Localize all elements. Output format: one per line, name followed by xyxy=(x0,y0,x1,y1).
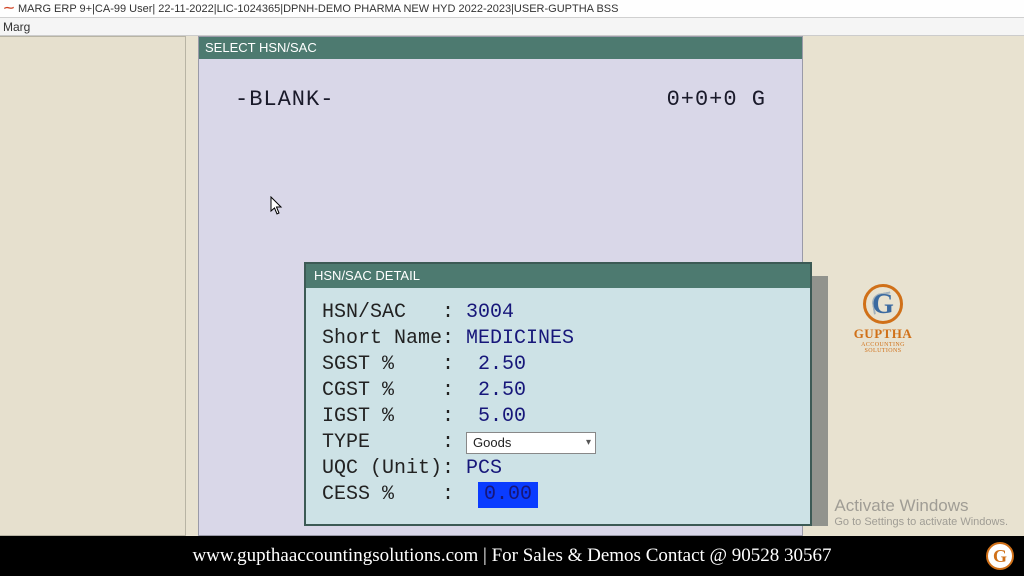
hsn-detail-header: HSN/SAC DETAIL xyxy=(306,264,810,288)
sgst-input[interactable]: 2.50 xyxy=(478,352,526,378)
footer-text: www.gupthaaccountingsolutions.com | For … xyxy=(192,545,831,567)
logo-brand: GUPTHA xyxy=(848,326,918,342)
activate-line1: Activate Windows xyxy=(834,496,1008,516)
select-hsn-header: SELECT HSN/SAC xyxy=(199,37,802,59)
logo-subtitle: ACCOUNTING SOLUTIONS xyxy=(848,342,918,354)
cgst-input[interactable]: 2.50 xyxy=(478,378,526,404)
window-titlebar: ⁓ MARG ERP 9+|CA-99 User| 22-11-2022|LIC… xyxy=(0,0,1024,18)
app-icon: ⁓ xyxy=(4,3,14,14)
uqc-label: UQC (Unit): xyxy=(322,456,466,482)
hsn-detail-dialog: HSN/SAC DETAIL HSN/SAC : 3004 Short Name… xyxy=(304,262,812,526)
uqc-input[interactable]: PCS xyxy=(466,456,502,482)
cess-label: CESS % : xyxy=(322,482,478,508)
footer-banner: www.gupthaaccountingsolutions.com | For … xyxy=(0,536,1024,576)
menubar[interactable]: Marg xyxy=(0,18,1024,36)
brand-logo: G GUPTHA ACCOUNTING SOLUTIONS xyxy=(848,284,918,354)
footer-logo-icon: G xyxy=(986,542,1014,570)
igst-input[interactable]: 5.00 xyxy=(478,404,526,430)
type-select-value: Goods xyxy=(473,430,511,456)
shortname-label: Short Name: xyxy=(322,326,466,352)
type-select[interactable]: Goods ▾ xyxy=(466,432,596,454)
shortname-input[interactable]: MEDICINES xyxy=(466,326,574,352)
sgst-label: SGST % : xyxy=(322,352,478,378)
igst-label: IGST % : xyxy=(322,404,478,430)
hsn-label: HSN/SAC : xyxy=(322,300,466,326)
hsn-summary: 0+0+0 G xyxy=(667,87,766,112)
menu-marg[interactable]: Marg xyxy=(3,20,30,34)
window-title: MARG ERP 9+|CA-99 User| 22-11-2022|LIC-1… xyxy=(18,3,618,15)
hsn-input[interactable]: 3004 xyxy=(466,300,514,326)
hsn-blank-value: -BLANK- xyxy=(235,87,334,112)
cess-input[interactable]: 0.00 xyxy=(478,482,538,508)
select-hsn-row[interactable]: -BLANK- 0+0+0 G xyxy=(199,59,802,122)
activate-windows-watermark: Activate Windows Go to Settings to activ… xyxy=(834,496,1008,528)
chevron-down-icon: ▾ xyxy=(586,430,591,456)
activate-line2: Go to Settings to activate Windows. xyxy=(834,516,1008,528)
left-panel xyxy=(0,36,186,536)
type-label: TYPE : xyxy=(322,430,466,456)
hsn-detail-body: HSN/SAC : 3004 Short Name: MEDICINES SGS… xyxy=(306,288,810,524)
workspace: SELECT HSN/SAC -BLANK- 0+0+0 G G GUPTHA … xyxy=(0,36,1024,536)
cgst-label: CGST % : xyxy=(322,378,478,404)
logo-icon: G xyxy=(863,284,903,324)
